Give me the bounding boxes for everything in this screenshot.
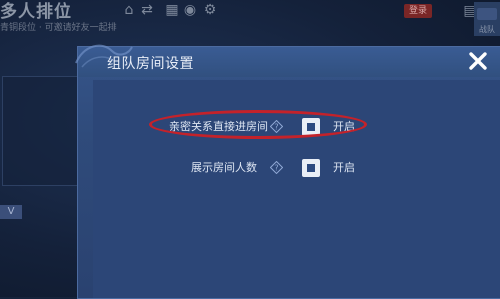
dialog-header: 组队房间设置 bbox=[75, 44, 500, 77]
setting-label: 展示房间人数 bbox=[191, 161, 257, 174]
show-room-count-checkbox[interactable] bbox=[302, 159, 320, 177]
vip-badge: V bbox=[0, 205, 22, 219]
setting-state: 开启 bbox=[333, 161, 355, 174]
background-topbar: 多人排位 青铜段位 · 可邀请好友一起排 ⌂ ⇄ ▦ ◉ ⚙ ▤ 登录 战队 bbox=[0, 0, 500, 36]
calendar-icon: ▦ bbox=[165, 2, 179, 18]
background-title: 多人排位 bbox=[0, 2, 72, 22]
background-badge: 登录 bbox=[404, 4, 432, 18]
background-corner-button: 战队 bbox=[474, 2, 500, 36]
checkbox-checked-mark bbox=[307, 164, 315, 172]
close-icon bbox=[469, 52, 487, 70]
location-icon: ◉ bbox=[183, 2, 197, 18]
team-room-settings-dialog: 组队房间设置 亲密关系直接进房间 ? 开启 展示房间人数 ? 开启 bbox=[75, 44, 500, 299]
highlight-annotation bbox=[149, 110, 367, 139]
swap-icon: ⇄ bbox=[141, 2, 153, 18]
gear-icon: ⚙ bbox=[203, 2, 217, 18]
svg-text:?: ? bbox=[274, 164, 278, 173]
close-button[interactable] bbox=[466, 49, 490, 73]
background-subtitle: 青铜段位 · 可邀请好友一起排 bbox=[0, 23, 117, 33]
house-icon: ⌂ bbox=[124, 2, 134, 18]
setting-row-show-room-count: 展示房间人数 ? 开启 bbox=[93, 158, 500, 178]
question-diamond-icon[interactable]: ? bbox=[270, 161, 283, 174]
dialog-title: 组队房间设置 bbox=[107, 56, 194, 72]
